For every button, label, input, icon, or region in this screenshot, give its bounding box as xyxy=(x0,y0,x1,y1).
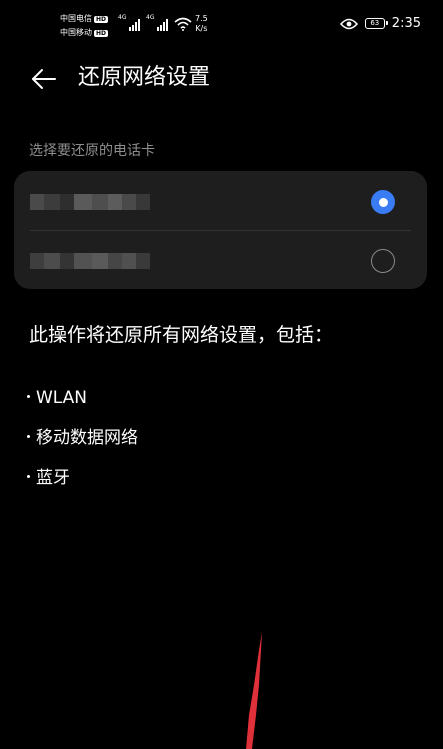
list-item: 蓝牙 xyxy=(27,458,138,498)
radio-unselected[interactable] xyxy=(371,249,395,273)
sim-card-option-1[interactable] xyxy=(14,171,427,230)
sim-card-option-2[interactable] xyxy=(14,230,427,289)
signal-strength-icon-2: 4G xyxy=(146,15,168,31)
net-speed-unit: K/s xyxy=(195,24,208,33)
carrier-row-1: 中国电信 HD xyxy=(60,12,109,26)
reset-description: 此操作将还原所有网络设置，包括： xyxy=(29,324,334,346)
status-right: 63 2:35 xyxy=(339,16,421,31)
battery-icon: 63 xyxy=(364,18,388,29)
sim-card-name-blurred xyxy=(30,194,150,210)
hd-badge-2: HD xyxy=(94,29,109,37)
signal-strength-icon-1: 4G xyxy=(118,15,140,31)
network-type-1: 4G xyxy=(118,14,127,21)
status-bar: 中国电信 HD 中国移动 HD 4G 4G 7.5 K/s 63 2:35 xyxy=(0,0,443,52)
bullet-dot-icon xyxy=(27,434,30,438)
radio-dot xyxy=(378,197,388,207)
list-item: 移动数据网络 xyxy=(27,418,138,458)
eye-comfort-icon xyxy=(339,18,358,29)
net-speed-value: 7.5 xyxy=(195,14,208,23)
carrier-2-name: 中国移动 xyxy=(60,28,92,37)
section-label: 选择要还原的电话卡 xyxy=(29,143,155,159)
list-item-label: 移动数据网络 xyxy=(36,428,138,448)
bullet-dot-icon xyxy=(27,474,30,478)
clock: 2:35 xyxy=(391,16,421,31)
network-type-2: 4G xyxy=(146,14,155,21)
radio-selected[interactable] xyxy=(371,190,395,214)
reset-items-list: WLAN 移动数据网络 蓝牙 xyxy=(27,378,138,498)
carrier-1-name: 中国电信 xyxy=(60,14,92,23)
sim-card-name-blurred xyxy=(30,253,150,269)
sim-card-list xyxy=(14,171,427,289)
list-item: WLAN xyxy=(27,378,138,418)
signal-group: 4G 4G xyxy=(118,15,192,31)
page-title: 还原网络设置 xyxy=(78,65,211,90)
wifi-icon xyxy=(174,17,192,31)
hd-badge-1: HD xyxy=(94,15,109,23)
list-item-label: 蓝牙 xyxy=(36,468,70,488)
arrow-left-icon xyxy=(32,69,56,89)
red-streak-mark xyxy=(246,632,262,749)
battery-level: 63 xyxy=(370,19,380,27)
back-button[interactable] xyxy=(28,64,58,94)
bullet-dot-icon xyxy=(27,394,30,398)
net-speed: 7.5 K/s xyxy=(195,14,208,34)
list-item-label: WLAN xyxy=(36,388,88,408)
carrier-row-2: 中国移动 HD xyxy=(60,26,109,40)
carrier-info: 中国电信 HD 中国移动 HD xyxy=(60,12,109,40)
